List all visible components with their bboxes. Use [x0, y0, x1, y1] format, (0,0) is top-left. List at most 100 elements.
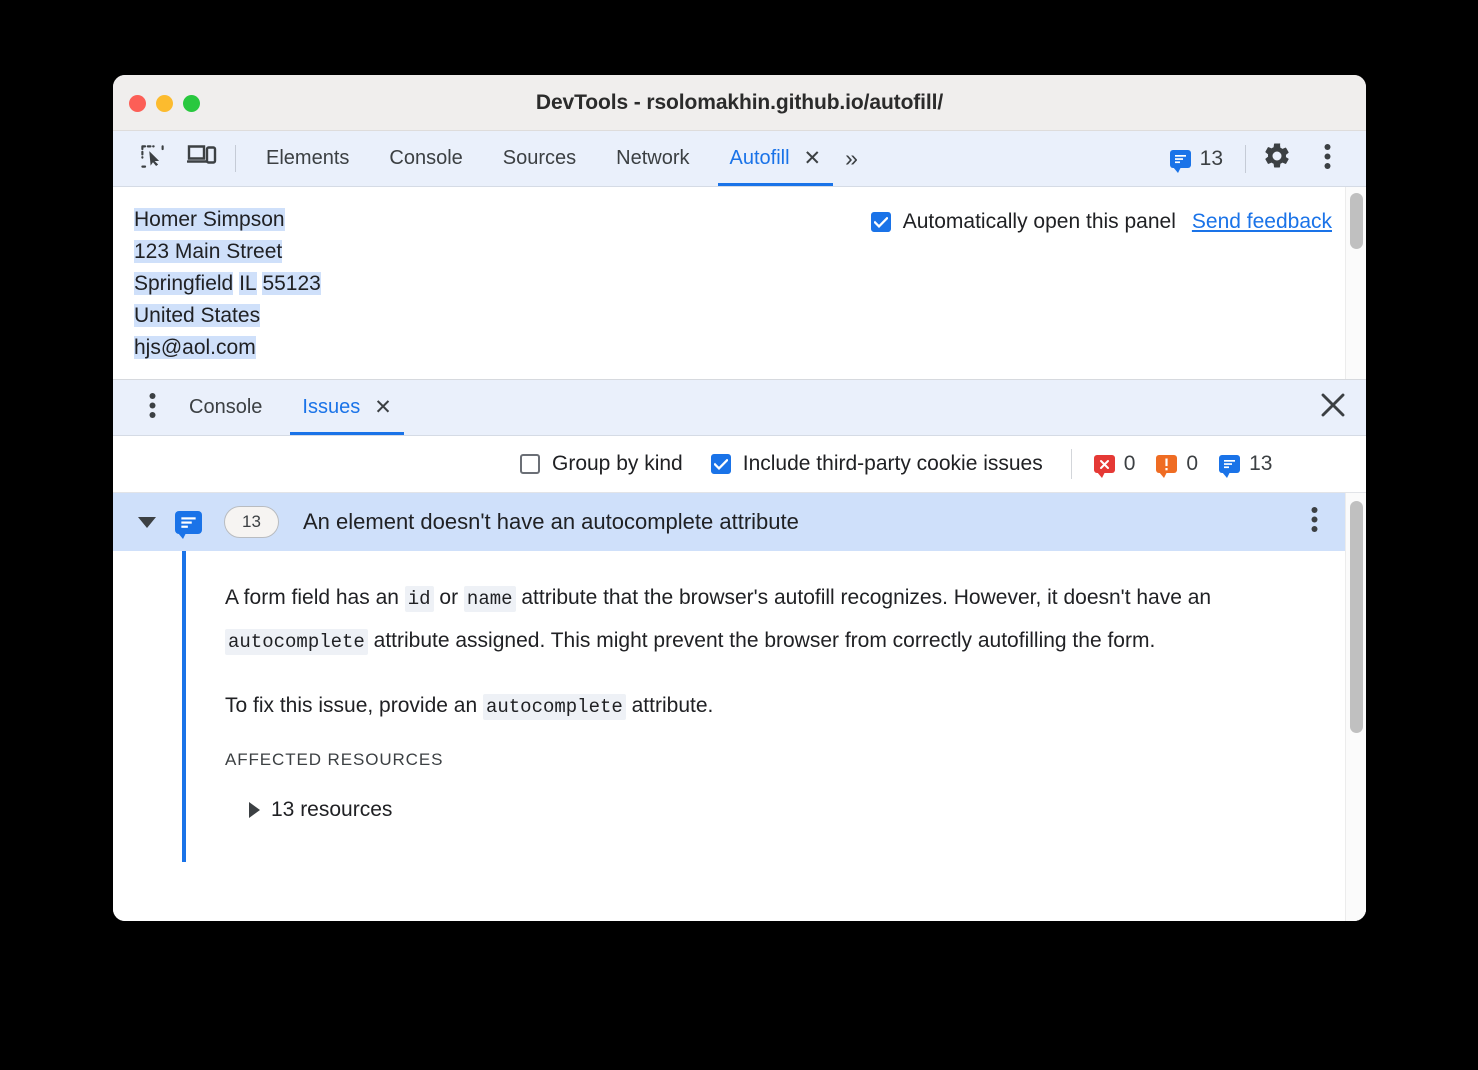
chevron-down-icon[interactable]	[138, 516, 156, 528]
tab-label: Elements	[266, 147, 350, 169]
autofill-panel: Homer Simpson 123 Main Street Springfiel…	[113, 187, 1366, 380]
issues-counter-button[interactable]: 13	[1154, 146, 1239, 173]
drawer-tab-issues[interactable]: Issues ✕	[282, 380, 411, 435]
tab-sources[interactable]: Sources	[483, 131, 596, 186]
info-bubble-icon	[1169, 149, 1191, 173]
scrollbar-thumb[interactable]	[1350, 193, 1363, 249]
tab-console[interactable]: Console	[369, 131, 482, 186]
maximize-window-button[interactable]	[183, 95, 200, 112]
group-by-kind-label: Group by kind	[552, 452, 683, 475]
inspect-element-icon	[139, 143, 166, 175]
issue-paragraph-1: A form field has an id or name attribute…	[225, 577, 1315, 663]
code-autocomplete: autocomplete	[225, 629, 368, 655]
autofill-panel-scrollbar[interactable]	[1345, 187, 1366, 379]
chevron-right-icon	[249, 802, 260, 818]
address-segment: hjs@aol.com	[134, 336, 256, 359]
tab-label: Issues	[302, 396, 361, 418]
issue-title: An element doesn't have an autocomplete …	[303, 509, 799, 534]
autofill-panel-options: Automatically open this panel Send feedb…	[870, 187, 1366, 379]
address-line: United States	[134, 300, 321, 332]
address-segment: Springfield	[134, 272, 234, 295]
info-count-group[interactable]: 13	[1219, 452, 1272, 478]
toolbar-divider	[1070, 449, 1072, 479]
settings-button[interactable]	[1252, 141, 1302, 176]
info-bubble-icon	[1219, 455, 1241, 478]
send-feedback-link[interactable]: Send feedback	[1192, 209, 1332, 235]
address-segment: United States	[134, 304, 261, 327]
affected-resources-heading: AFFECTED RESOURCES	[225, 750, 444, 769]
kebab-menu-icon	[1324, 143, 1331, 175]
panel-tabs: Elements Console Sources Network Autofil…	[246, 131, 841, 186]
issue-description: A form field has an id or name attribute…	[113, 577, 1345, 822]
text-fragment: attribute assigned. This might prevent t…	[367, 629, 1156, 652]
code-autocomplete: autocomplete	[482, 694, 626, 720]
device-toolbar-button[interactable]	[177, 131, 227, 186]
affected-resources-toggle[interactable]: 13 resources	[225, 798, 1315, 822]
issues-list: 13 An element doesn't have an autocomple…	[113, 493, 1366, 921]
tab-label: Console	[389, 147, 463, 169]
affected-resources-label: 13 resources	[271, 798, 393, 821]
address-line: Homer Simpson	[134, 204, 321, 236]
tab-label: Sources	[502, 147, 577, 169]
issue-accent-bar	[182, 551, 186, 862]
text-fragment: or	[433, 586, 464, 609]
close-icon[interactable]: ✕	[804, 148, 822, 169]
issues-filter-toolbar: Group by kind Include third-party cookie…	[113, 436, 1366, 493]
main-menu-button[interactable]	[1302, 143, 1352, 175]
third-party-cookies-row[interactable]: Include third-party cookie issues	[710, 452, 1043, 476]
drawer-tab-bar: Console Issues ✕	[113, 380, 1366, 436]
issues-list-scrollbar[interactable]	[1345, 493, 1366, 921]
auto-open-panel-checkbox[interactable]	[870, 212, 891, 232]
gear-icon	[1262, 141, 1292, 176]
tab-label: Autofill	[729, 147, 790, 169]
scrollbar-thumb[interactable]	[1350, 501, 1363, 733]
minimize-window-button[interactable]	[156, 95, 173, 112]
error-bubble-icon	[1093, 455, 1115, 478]
third-party-cookies-checkbox[interactable]	[710, 454, 731, 474]
window-titlebar: DevTools - rsolomakhin.github.io/autofil…	[113, 75, 1366, 131]
code-name: name	[463, 586, 516, 612]
drawer-more-tools-button[interactable]	[135, 380, 169, 435]
info-bubble-icon	[175, 510, 202, 539]
third-party-cookies-label: Include third-party cookie issues	[742, 452, 1043, 475]
issue-paragraph-2: To fix this issue, provide an autocomple…	[225, 685, 1315, 728]
text-fragment: attribute that the browser's autofill re…	[515, 586, 1212, 609]
group-by-kind-checkbox[interactable]	[520, 454, 540, 474]
drawer-close-button[interactable]	[1300, 380, 1366, 435]
address-segment: IL	[239, 272, 257, 295]
issues-count-value: 13	[1199, 146, 1223, 170]
close-icon	[1320, 392, 1346, 423]
inspect-element-button[interactable]	[127, 131, 177, 186]
address-line: Springfield IL 55123	[134, 268, 321, 300]
text-fragment: A form field has an	[225, 586, 405, 609]
issue-details: A form field has an id or name attribute…	[113, 551, 1345, 862]
devtools-tab-bar: Elements Console Sources Network Autofil…	[113, 131, 1366, 187]
issue-row-header[interactable]: 13 An element doesn't have an autocomple…	[113, 493, 1345, 551]
tab-network[interactable]: Network	[596, 131, 709, 186]
address-segment: 55123	[262, 272, 321, 295]
error-count-group[interactable]: 0	[1093, 452, 1135, 478]
address-line: hjs@aol.com	[134, 332, 321, 364]
group-by-kind-row[interactable]: Group by kind	[520, 452, 683, 476]
issue-count-badge: 13	[224, 506, 279, 538]
issue-row-menu-button[interactable]	[1297, 506, 1331, 538]
close-icon[interactable]: ✕	[374, 397, 392, 418]
toolbar-divider	[235, 145, 236, 172]
warning-count-group[interactable]: 0	[1156, 452, 1198, 478]
tab-label: Network	[616, 147, 690, 169]
drawer-tab-console[interactable]: Console	[169, 380, 282, 435]
issue-counts-group: 0 0 13	[1093, 452, 1286, 478]
tab-elements[interactable]: Elements	[246, 131, 369, 186]
devtools-window: DevTools - rsolomakhin.github.io/autofil…	[113, 75, 1366, 921]
tab-autofill[interactable]: Autofill ✕	[710, 131, 842, 186]
more-tabs-button[interactable]: »	[841, 131, 866, 186]
drawer-tabs: Console Issues ✕	[169, 380, 412, 435]
device-toolbar-icon	[186, 143, 217, 175]
code-id: id	[404, 586, 434, 612]
close-window-button[interactable]	[129, 95, 146, 112]
kebab-menu-icon	[149, 392, 156, 424]
text-fragment: attribute.	[625, 694, 714, 717]
address-segment: Homer Simpson	[134, 208, 285, 231]
auto-open-panel-label: Automatically open this panel	[902, 210, 1176, 233]
toolbar-divider	[1245, 144, 1246, 173]
